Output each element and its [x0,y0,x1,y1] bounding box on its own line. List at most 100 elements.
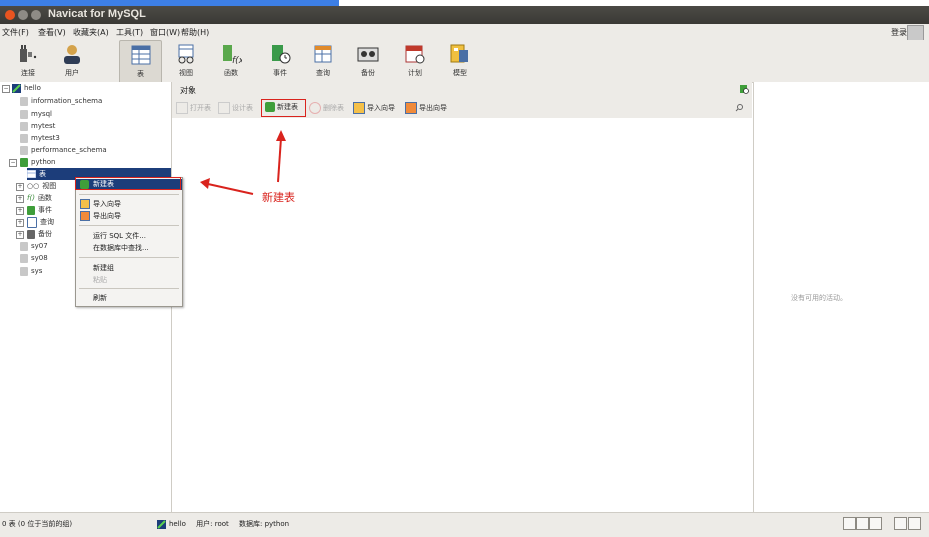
toolbar-backup[interactable]: 备份 [348,40,388,82]
button-label: 删除表 [323,104,344,112]
tree-node-events[interactable]: 事件 [27,204,52,216]
menu-item-label: 粘贴 [93,276,107,284]
expand-icon[interactable]: + [16,195,24,203]
tree-node-functions[interactable]: f() 函数 [27,192,52,204]
menu-tools[interactable]: 工具(T) [116,27,143,38]
login-button[interactable]: 登录 [891,27,907,38]
database-icon [20,133,28,143]
design-table-button[interactable]: 设计表 [218,102,253,114]
tree-db-mytest[interactable]: mytest [20,120,55,132]
tree-db-sys[interactable]: sys [20,265,42,277]
tree-db-sy08[interactable]: sy08 [20,252,48,264]
menu-favorites[interactable]: 收藏夹(A) [73,27,109,38]
view-list-icon[interactable] [843,517,856,530]
tree-label: sy08 [31,254,48,262]
button-label: 导入向导 [367,104,395,112]
maximize-window-button[interactable] [31,10,41,20]
connection-icon [12,83,21,93]
table-icon [131,45,150,65]
backup-icon [357,47,379,62]
view-er-icon[interactable] [869,517,882,530]
tab-objects[interactable]: 对象 [180,85,196,96]
query-icon [314,45,332,63]
menu-separator [79,257,179,258]
expand-icon[interactable]: + [16,207,24,215]
menu-separator [79,225,179,226]
menu-item-label: 新建组 [93,264,114,272]
tree-connection[interactable]: hello [12,82,41,94]
tree-label: sys [31,267,43,275]
tree-label: 视图 [42,182,57,190]
toolbar-label: 函数 [224,69,238,77]
tree-node-views[interactable]: ○○ 视图 [27,180,56,192]
expand-icon[interactable]: + [16,231,24,239]
open-table-icon [176,102,188,114]
toolbar-event[interactable]: 事件 [260,40,300,82]
menu-item-label: 刷新 [93,294,107,302]
arrow-left-line [207,183,254,195]
toolbar-query[interactable]: 查询 [303,40,343,82]
menu-bar: 文件(F) 查看(V) 收藏夹(A) 工具(T) 窗口(W) 帮助(H) [0,24,929,40]
tree-db-mysql[interactable]: mysql [20,108,52,120]
ctx-run-sql-file[interactable]: 运行 SQL 文件... [93,231,146,241]
toolbar-view[interactable]: 视图 [166,40,206,82]
expand-icon[interactable]: + [16,219,24,227]
toggle-right-panel-icon[interactable] [908,517,921,530]
svg-text:f(x): f(x) [232,56,242,65]
ctx-paste[interactable]: 粘贴 [93,275,107,285]
database-icon [20,121,28,131]
tree-db-information-schema[interactable]: information_schema [20,95,102,107]
tab-header: 对象 [172,82,752,98]
database-icon [20,157,28,167]
status-connection-info: hello 用户: root 数据库: python [157,519,289,529]
menu-help[interactable]: 帮助(H) [181,27,209,38]
delete-table-button[interactable]: 删除表 [309,102,344,114]
toolbar-table[interactable]: 表 [119,40,162,84]
arrow-left-head [200,178,210,189]
minimize-window-button[interactable] [18,10,28,20]
tree-node-queries[interactable]: 查询 [27,216,54,228]
tree-label: 事件 [38,206,52,214]
ctx-find-in-database[interactable]: 在数据库中查找... [93,243,149,253]
tree-label: information_schema [31,97,103,105]
ctx-new-group[interactable]: 新建组 [93,263,114,273]
toolbar-user[interactable]: 用户 [52,40,92,82]
ctx-export-wizard[interactable]: 导出向导 [93,211,121,221]
view-details-icon[interactable] [856,517,869,530]
button-label: 设计表 [232,104,253,112]
arrow-up-head [276,130,286,141]
export-wizard-button[interactable]: 导出向导 [405,102,447,114]
new-table-highlight-box [261,99,306,117]
open-table-button[interactable]: 打开表 [176,102,211,114]
toolbar-connect[interactable]: 连接 [8,40,48,82]
tree-label: sy07 [31,242,48,250]
import-wizard-icon [353,102,365,114]
model-icon [450,44,468,63]
menu-file[interactable]: 文件(F) [2,27,29,38]
database-icon [20,241,28,251]
toolbar-model[interactable]: 模型 [440,40,480,82]
tree-db-performance-schema[interactable]: performance_schema [20,144,107,156]
menu-window[interactable]: 窗口(W) [150,27,180,38]
toolbar-schedule[interactable]: 计划 [395,40,435,82]
collapse-icon[interactable]: − [9,159,17,167]
tree-node-backups[interactable]: 备份 [27,228,52,240]
collapse-icon[interactable]: − [2,85,10,93]
tree-label: python [31,158,56,166]
ctx-import-wizard[interactable]: 导入向导 [93,199,121,209]
toolbar-function[interactable]: f(x) 函数 [211,40,251,82]
design-table-icon [218,102,230,114]
tree-db-sy07[interactable]: sy07 [20,240,48,252]
close-window-button[interactable] [5,10,15,20]
tree-db-mytest3[interactable]: mytest3 [20,132,60,144]
import-wizard-button[interactable]: 导入向导 [353,102,395,114]
new-tab-icon[interactable] [739,84,749,94]
menu-view[interactable]: 查看(V) [38,27,66,38]
toggle-left-panel-icon[interactable] [894,517,907,530]
ctx-refresh[interactable]: 刷新 [93,293,107,303]
view-icon: ○○ [27,182,40,190]
tree-db-python[interactable]: python [20,156,56,168]
database-icon [20,96,28,106]
search-icon[interactable] [735,103,744,112]
expand-icon[interactable]: + [16,183,24,191]
